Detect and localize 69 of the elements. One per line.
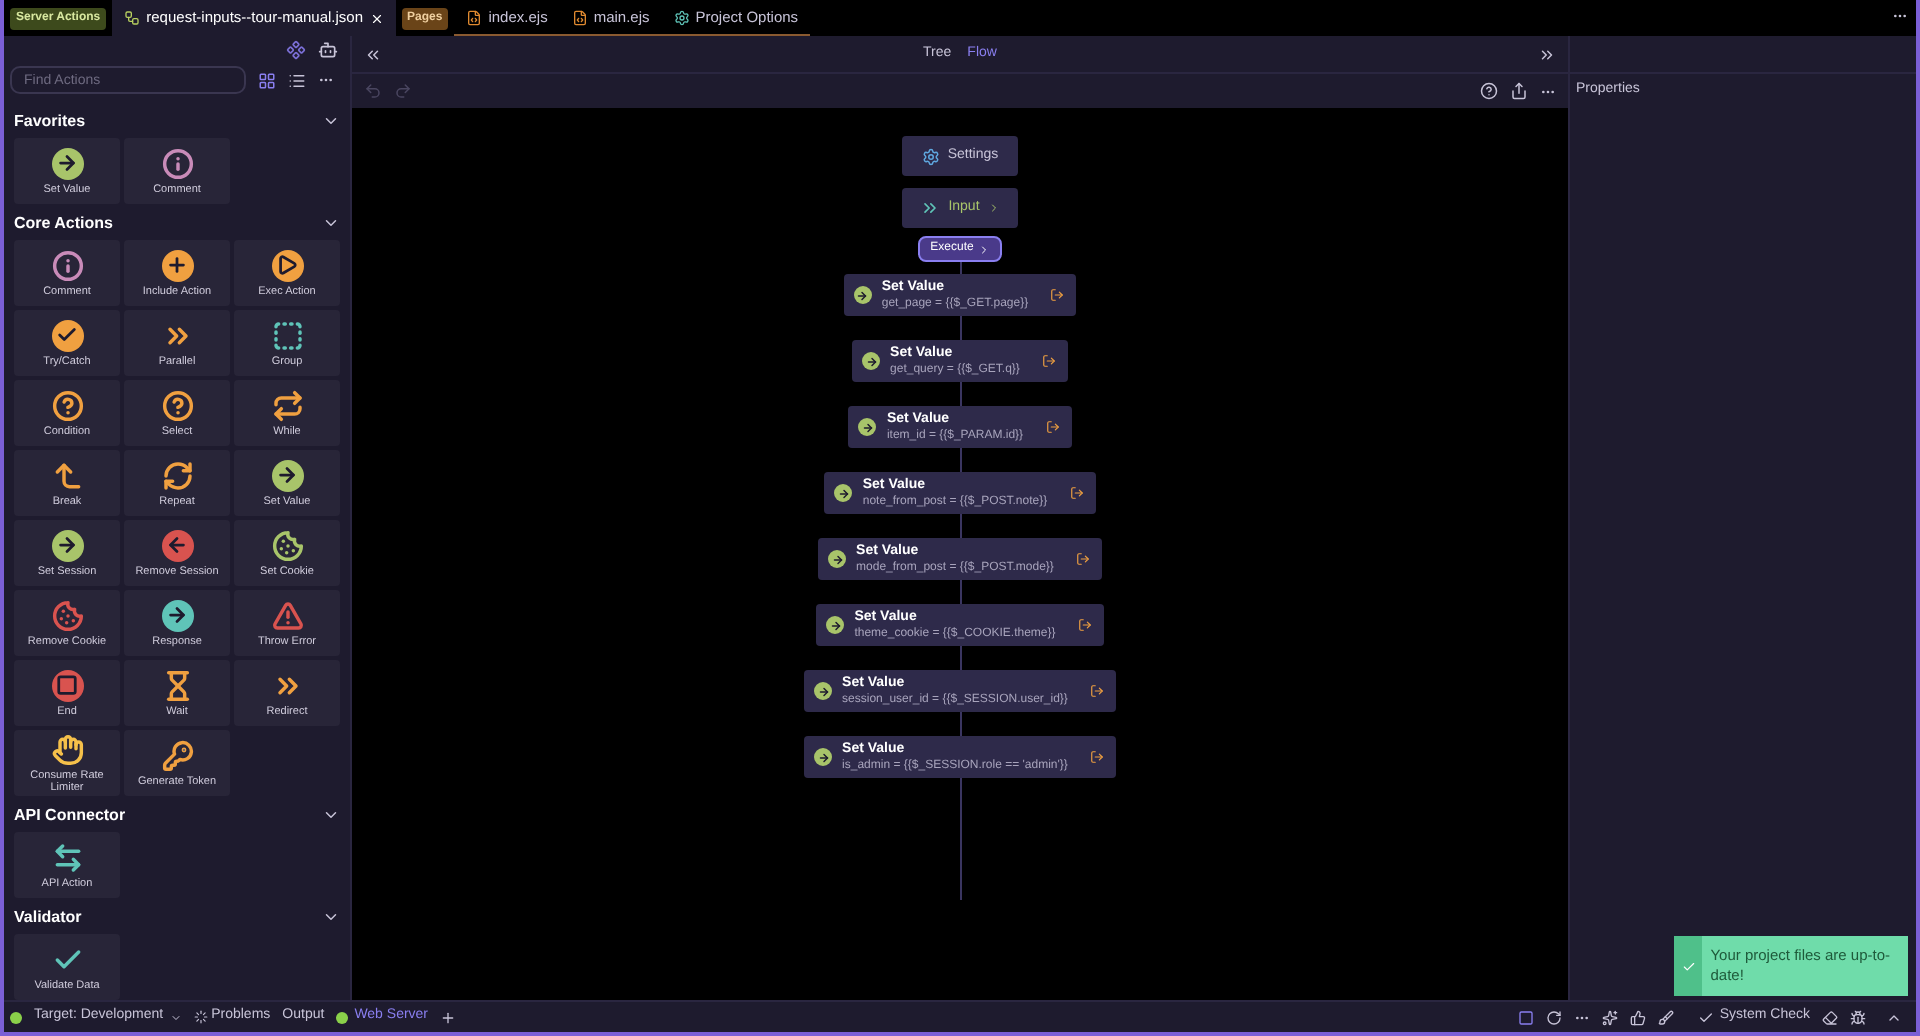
action-icon — [161, 249, 193, 281]
action-icon — [51, 599, 83, 631]
bug-icon[interactable] — [1850, 1009, 1866, 1025]
caret-icon — [169, 1011, 182, 1023]
square-icon[interactable] — [1517, 1009, 1534, 1025]
section-title: Core Actions — [14, 211, 113, 235]
chevron-icon — [977, 243, 990, 255]
output-icon — [1077, 618, 1092, 632]
action-icon — [51, 459, 83, 491]
file-icon — [571, 9, 588, 25]
action-icon — [51, 841, 83, 873]
action-icon — [51, 249, 83, 281]
action-icon — [271, 249, 303, 281]
action-icon — [161, 459, 193, 491]
action-icon — [271, 599, 303, 631]
close-icon[interactable] — [369, 11, 384, 25]
action-icon — [51, 147, 83, 179]
grid-view-icon[interactable] — [258, 71, 276, 89]
settings-icon — [673, 9, 690, 25]
output-icon — [1089, 750, 1104, 764]
output-icon — [1050, 288, 1065, 302]
brush-icon[interactable] — [1657, 1009, 1674, 1025]
thumbs-up-icon[interactable] — [1629, 1009, 1646, 1025]
add-icon[interactable] — [440, 1009, 457, 1025]
spinner-icon — [193, 1010, 208, 1024]
action-icon — [51, 529, 83, 561]
chevron-icon[interactable] — [322, 908, 340, 926]
action-icon — [161, 147, 193, 179]
action-icon — [161, 669, 193, 701]
section-title: Favorites — [14, 109, 86, 133]
export-icon[interactable] — [1510, 82, 1528, 100]
action-icon — [161, 739, 193, 771]
action-icon — [51, 389, 83, 421]
flow-icon — [124, 10, 141, 26]
collapse-left-icon[interactable] — [364, 45, 382, 63]
file-icon — [466, 9, 483, 25]
action-icon — [271, 459, 303, 491]
section-title: API Connector — [14, 803, 126, 827]
action-icon — [161, 529, 193, 561]
action-icon — [271, 529, 303, 561]
action-icon — [161, 599, 193, 631]
action-icon — [51, 733, 83, 765]
help-icon[interactable] — [1480, 82, 1498, 100]
output-icon — [1089, 684, 1104, 698]
components-icon[interactable] — [286, 40, 306, 60]
action-icon — [161, 389, 193, 421]
refresh-icon[interactable] — [1545, 1009, 1562, 1025]
chevron-icon — [987, 202, 1000, 214]
action-icon — [271, 389, 303, 421]
settings-icon — [921, 147, 940, 165]
list-view-icon[interactable] — [288, 71, 306, 89]
output-icon — [1045, 420, 1060, 434]
action-icon — [271, 319, 303, 351]
collapse-right-icon[interactable] — [1538, 45, 1556, 63]
section-title: Validator — [14, 905, 82, 929]
chevron-icon[interactable] — [322, 112, 340, 130]
robot-icon[interactable] — [318, 40, 338, 60]
double-chevron-icon — [920, 198, 941, 218]
sparkle-icon[interactable] — [1601, 1009, 1618, 1025]
output-icon — [1075, 552, 1090, 566]
check-icon — [1697, 1009, 1714, 1025]
check-icon — [1681, 959, 1696, 973]
chevron-icon[interactable] — [322, 806, 340, 824]
output-icon — [1069, 486, 1084, 500]
chevron-icon[interactable] — [322, 214, 340, 232]
action-icon — [51, 319, 83, 351]
output-icon — [1041, 354, 1056, 368]
action-icon — [51, 669, 83, 701]
eraser-icon[interactable] — [1822, 1009, 1838, 1025]
